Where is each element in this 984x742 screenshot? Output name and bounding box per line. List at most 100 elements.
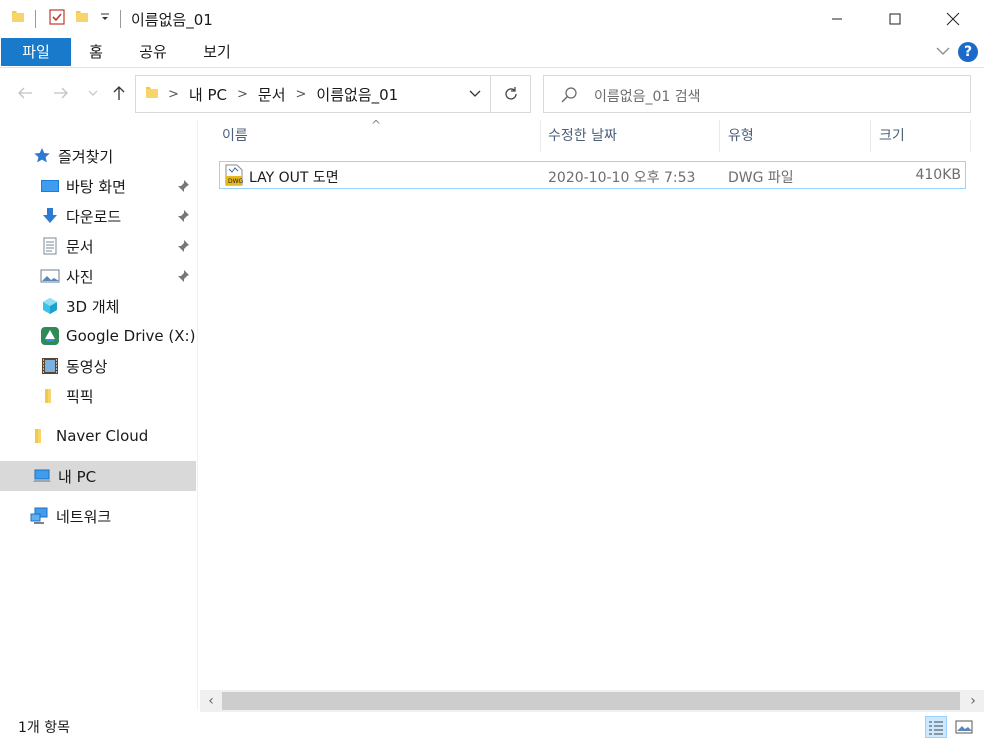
table-row[interactable]: DWG LAY OUT 도면 2020-10-10 오후 7:53 DWG 파일… xyxy=(219,161,966,189)
refresh-button[interactable] xyxy=(491,75,531,113)
chevron-down-icon xyxy=(469,90,481,97)
film-icon xyxy=(40,356,60,376)
file-type: DWG 파일 xyxy=(728,170,794,186)
arrow-left-icon xyxy=(18,87,32,99)
column-header-type[interactable]: 유형 xyxy=(720,120,871,152)
address-history-dropdown[interactable] xyxy=(468,86,482,104)
close-icon xyxy=(946,12,960,26)
chevron-right-icon[interactable]: > xyxy=(233,87,252,102)
refresh-icon xyxy=(504,87,517,100)
back-button[interactable] xyxy=(16,84,34,106)
document-icon xyxy=(40,236,60,256)
recent-locations-button[interactable] xyxy=(88,84,98,106)
file-name: LAY OUT 도면 xyxy=(249,170,339,186)
new-folder-icon[interactable] xyxy=(74,8,90,24)
pin-icon[interactable] xyxy=(176,269,190,287)
sidebar-item-label: Google Drive (X:) xyxy=(66,327,196,345)
folder-icon xyxy=(40,386,60,406)
address-bar[interactable]: > 내 PC > 문서 > 이름없음_01 xyxy=(135,75,491,113)
sidebar-item-this-pc[interactable]: 내 PC xyxy=(0,461,196,491)
sidebar-item-videos[interactable]: 동영상 xyxy=(0,351,196,381)
status-bar: 1개 항목 xyxy=(0,712,984,742)
sort-ascending-icon: ^ xyxy=(371,118,382,132)
sidebar-item-label: 다운로드 xyxy=(66,207,122,226)
tab-view[interactable]: 보기 xyxy=(192,38,242,66)
tab-home[interactable]: 홈 xyxy=(78,38,114,66)
search-icon xyxy=(560,86,578,108)
sidebar-item-label: 3D 개체 xyxy=(66,297,120,316)
sidebar-item-quick-access[interactable]: 즐겨찾기 xyxy=(0,141,196,171)
horizontal-scrollbar[interactable]: ‹ › xyxy=(200,690,984,712)
minimize-button[interactable] xyxy=(808,0,866,38)
sidebar-item-label: 바탕 화면 xyxy=(66,177,126,196)
minimize-icon xyxy=(832,18,842,20)
google-drive-icon xyxy=(40,326,60,346)
arrow-up-icon xyxy=(113,86,125,100)
up-button[interactable] xyxy=(110,84,128,106)
details-view-icon xyxy=(929,721,943,735)
close-button[interactable] xyxy=(924,0,982,38)
window-title: 이름없음_01 xyxy=(131,11,213,29)
sidebar-item-3d-objects[interactable]: 3D 개체 xyxy=(0,291,196,321)
breadcrumb-documents[interactable]: 문서 xyxy=(252,84,292,105)
pin-icon[interactable] xyxy=(176,239,190,257)
computer-icon xyxy=(32,466,52,486)
sidebar-item-documents[interactable]: 문서 xyxy=(0,231,196,261)
file-date: 2020-10-10 오후 7:53 xyxy=(548,170,696,186)
details-view-button[interactable] xyxy=(925,716,947,738)
search-box[interactable]: 이름없음_01 검색 xyxy=(543,75,971,113)
breadcrumb-current-folder[interactable]: 이름없음_01 xyxy=(310,84,404,105)
properties-icon[interactable] xyxy=(48,8,66,26)
chevron-down-icon xyxy=(88,90,98,96)
expand-ribbon-icon[interactable] xyxy=(936,44,950,60)
sidebar-item-label: 동영상 xyxy=(66,357,108,376)
maximize-icon xyxy=(889,13,901,25)
sidebar-item-label: 문서 xyxy=(66,237,94,256)
cube-icon xyxy=(40,296,60,316)
tab-share[interactable]: 공유 xyxy=(128,38,178,66)
scroll-left-icon[interactable]: ‹ xyxy=(202,692,220,710)
sidebar-item-desktop[interactable]: 바탕 화면 xyxy=(0,171,196,201)
column-header-date[interactable]: 수정한 날짜 xyxy=(540,120,720,152)
pin-icon[interactable] xyxy=(176,179,190,197)
large-icons-view-icon xyxy=(955,720,973,734)
sidebar-item-label: 내 PC xyxy=(58,467,97,486)
pin-icon[interactable] xyxy=(176,209,190,227)
item-count: 1개 항목 xyxy=(18,720,70,736)
sidebar-item-label: 즐겨찾기 xyxy=(58,147,114,166)
customize-toolbar-icon[interactable] xyxy=(100,12,110,22)
navigation-pane: 즐겨찾기 바탕 화면 다운로드 문서 사진 3D 개체 Google Drive… xyxy=(0,120,198,710)
scroll-right-icon[interactable]: › xyxy=(964,692,982,710)
folder-icon xyxy=(10,8,26,24)
scrollbar-thumb[interactable] xyxy=(222,692,960,710)
dwg-file-icon: DWG xyxy=(224,164,244,190)
forward-button[interactable] xyxy=(52,84,70,106)
folder-icon xyxy=(30,426,50,446)
column-header-size[interactable]: 크기 xyxy=(871,120,971,152)
desktop-icon xyxy=(40,176,60,196)
sidebar-item-picpick[interactable]: 픽픽 xyxy=(0,381,196,411)
sidebar-item-label: 사진 xyxy=(66,267,94,286)
help-icon[interactable]: ? xyxy=(958,42,978,62)
sidebar-item-pictures[interactable]: 사진 xyxy=(0,261,196,291)
network-icon xyxy=(30,506,50,526)
sidebar-item-label: Naver Cloud xyxy=(56,427,149,445)
sidebar-item-downloads[interactable]: 다운로드 xyxy=(0,201,196,231)
search-placeholder: 이름없음_01 검색 xyxy=(594,89,701,105)
tab-file[interactable]: 파일 xyxy=(1,38,71,66)
chevron-right-icon[interactable]: > xyxy=(164,87,183,102)
file-size: 410KB xyxy=(915,167,961,183)
breadcrumb-this-pc[interactable]: 내 PC xyxy=(183,84,233,105)
sidebar-item-google-drive[interactable]: Google Drive (X:) xyxy=(0,321,196,351)
large-icons-view-button[interactable] xyxy=(953,716,975,738)
maximize-button[interactable] xyxy=(866,0,924,38)
arrow-right-icon xyxy=(54,87,68,99)
sidebar-item-naver-cloud[interactable]: Naver Cloud xyxy=(0,421,196,451)
ribbon-tabs: 파일 홈 공유 보기 ? xyxy=(0,38,984,68)
chevron-right-icon[interactable]: > xyxy=(292,87,311,102)
sidebar-item-label: 픽픽 xyxy=(66,387,94,406)
sidebar-item-label: 네트워크 xyxy=(56,507,112,526)
star-icon xyxy=(32,146,52,166)
folder-icon xyxy=(144,84,160,104)
sidebar-item-network[interactable]: 네트워크 xyxy=(0,501,196,531)
